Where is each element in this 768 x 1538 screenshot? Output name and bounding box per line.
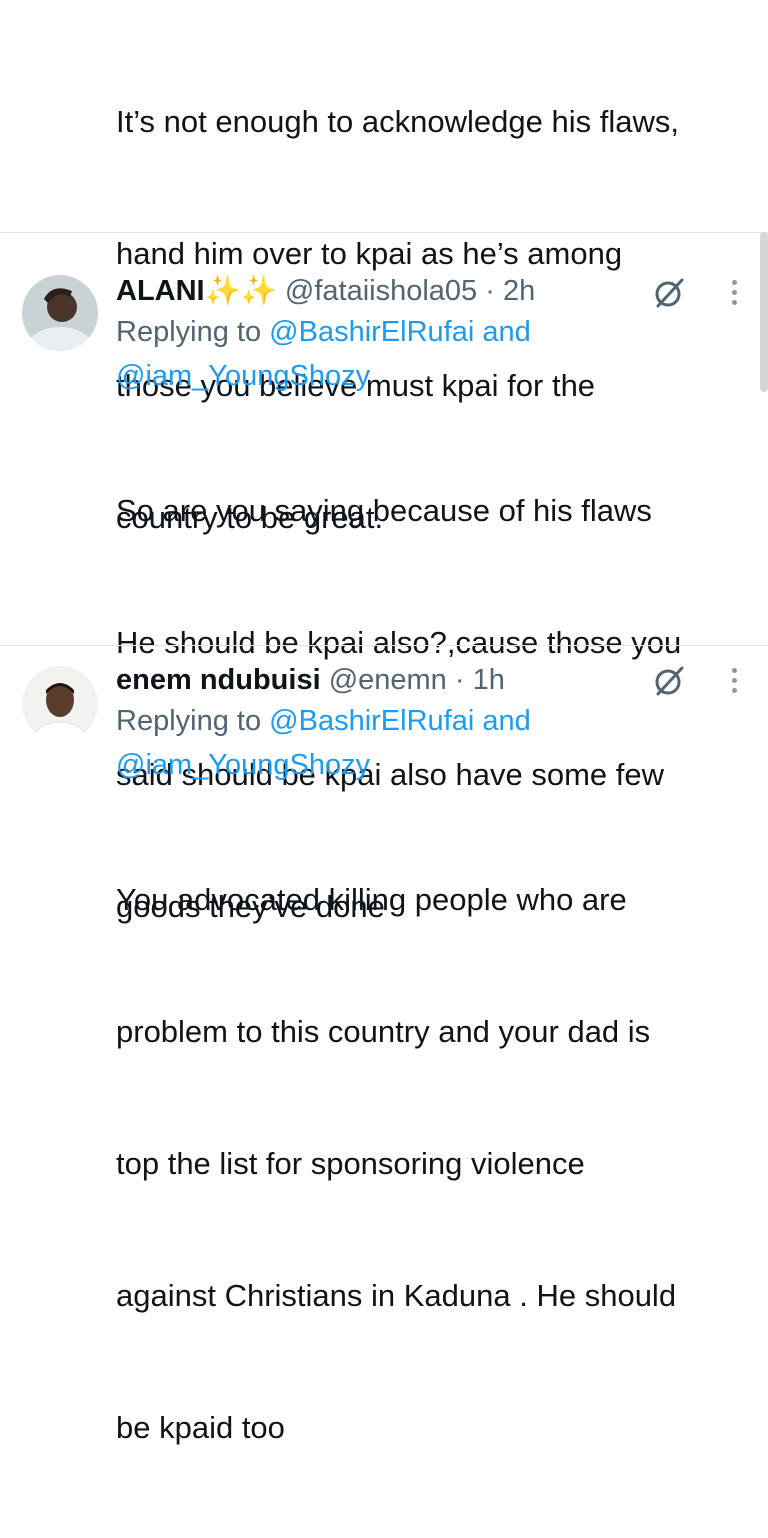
tweet-body-line: You advocated killing people who are (116, 882, 627, 917)
tweet-body-line: It’s not enough to acknowledge his flaws… (116, 104, 679, 139)
separator-dot: · (446, 664, 473, 696)
mention-link[interactable]: @BashirElRufai (269, 316, 474, 348)
more-vertical-icon[interactable] (730, 280, 738, 310)
replying-to: Replying to @BashirElRufai and @iam_Youn… (116, 310, 531, 398)
tweet-body-line: problem to this country and your dad is (116, 1014, 651, 1049)
tweet-header: ALANI✨✨ @fataiishola05 · 2h (116, 273, 535, 309)
tweet-body-line: against Christians in Kaduna . He should (116, 1278, 677, 1313)
tweet-header: enem ndubuisi @enemn · 1h (116, 662, 505, 698)
reply-and[interactable]: and (482, 705, 530, 737)
mention-link[interactable]: @iam_YoungShozy (116, 749, 370, 781)
timestamp[interactable]: 2h (503, 275, 535, 307)
sparkles-emoji: ✨✨ (204, 275, 277, 307)
tweet-3[interactable]: enem ndubuisi @enemn · 1h Replying to @B… (0, 646, 768, 1445)
mention-link[interactable]: @iam_YoungShozy (116, 360, 370, 392)
replying-to: Replying to @BashirElRufai and @iam_Youn… (116, 699, 531, 787)
grok-icon[interactable] (652, 664, 686, 698)
tweet-body-line: top the list for sponsoring violence (116, 1146, 585, 1181)
tweet-2[interactable]: ALANI✨✨ @fataiishola05 · 2h Replying to … (0, 233, 768, 924)
avatar[interactable] (22, 275, 98, 351)
tweet-body: You advocated killing people who are pro… (116, 790, 738, 1538)
display-name[interactable]: ALANI (116, 275, 205, 307)
replying-label: Replying to (116, 705, 262, 737)
timestamp[interactable]: 1h (473, 664, 505, 696)
tweet-body-line: be kpaid too (116, 1410, 285, 1445)
mention-link[interactable]: @BashirElRufai (269, 705, 474, 737)
user-handle[interactable]: @enemn (329, 664, 447, 696)
avatar[interactable] (22, 666, 98, 742)
user-handle[interactable]: @fataiishola05 (285, 275, 477, 307)
tweet-1[interactable]: It’s not enough to acknowledge his flaws… (0, 0, 768, 535)
more-vertical-icon[interactable] (730, 668, 738, 698)
separator-dot: · (477, 275, 503, 307)
tweet-body-line: So are you saying because of his flaws (116, 493, 652, 528)
replying-label: Replying to (116, 316, 262, 348)
reply-and[interactable]: and (482, 316, 530, 348)
display-name[interactable]: enem ndubuisi (116, 664, 321, 696)
grok-icon[interactable] (652, 276, 686, 310)
